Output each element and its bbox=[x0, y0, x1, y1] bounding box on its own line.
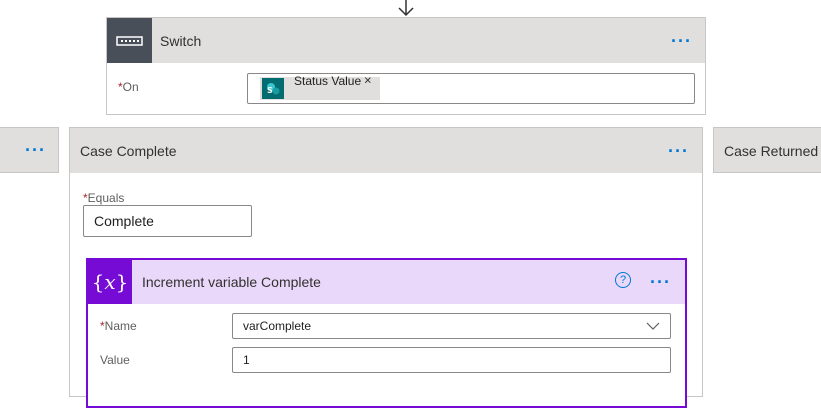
name-label-text: Name bbox=[104, 319, 137, 333]
sharepoint-icon: S bbox=[262, 78, 284, 99]
equals-label: *Equals bbox=[83, 191, 124, 205]
switch-icon bbox=[107, 18, 152, 63]
case-complete-more-options-button[interactable]: ··· bbox=[668, 142, 689, 160]
name-dropdown-value: varComplete bbox=[243, 319, 312, 333]
status-value-token-label: Status Value bbox=[294, 74, 362, 88]
switch-card: Switch ··· *On S Status Value × bbox=[106, 17, 706, 115]
chevron-down-icon bbox=[646, 322, 660, 330]
svg-text:{x}: {x} bbox=[92, 270, 129, 294]
increment-variable-title: Increment variable Complete bbox=[142, 274, 321, 290]
name-label: *Name bbox=[100, 319, 137, 333]
equals-label-text: Equals bbox=[87, 191, 125, 205]
value-label: Value bbox=[100, 353, 130, 367]
switch-on-label: *On bbox=[118, 80, 139, 94]
variable-icon: {x} bbox=[88, 260, 132, 304]
increment-more-options-button[interactable]: ··· bbox=[650, 273, 671, 291]
case-left-more-options-button[interactable]: ··· bbox=[25, 141, 46, 159]
case-left-header[interactable]: ··· bbox=[0, 128, 58, 172]
value-input-value: 1 bbox=[243, 353, 250, 367]
value-input[interactable]: 1 bbox=[232, 347, 671, 373]
switch-title: Switch bbox=[160, 33, 202, 49]
equals-input[interactable]: Complete bbox=[83, 205, 252, 237]
switch-card-header[interactable]: Switch ··· bbox=[107, 18, 705, 63]
increment-variable-header[interactable]: {x} Increment variable Complete ? ··· bbox=[88, 260, 685, 304]
help-icon[interactable]: ? bbox=[615, 272, 631, 288]
case-complete-header[interactable]: Case Complete ··· bbox=[70, 128, 702, 173]
token-remove-icon[interactable]: × bbox=[364, 73, 372, 88]
case-complete-card: Case Complete ··· *Equals Complete {x} I… bbox=[69, 127, 703, 408]
case-returned-header[interactable]: Case Returned f bbox=[714, 128, 821, 172]
case-returned-card: Case Returned f bbox=[713, 127, 821, 173]
increment-variable-card: {x} Increment variable Complete ? ··· *N… bbox=[86, 258, 687, 408]
case-returned-title: Case Returned f bbox=[724, 143, 821, 159]
equals-input-value: Complete bbox=[94, 213, 154, 229]
flow-down-arrow-icon bbox=[398, 0, 414, 17]
on-label-text: On bbox=[122, 80, 139, 94]
status-value-token[interactable]: S Status Value × bbox=[260, 73, 380, 100]
switch-more-options-button[interactable]: ··· bbox=[671, 32, 692, 50]
svg-text:S: S bbox=[267, 86, 273, 95]
switch-on-input[interactable]: S Status Value × bbox=[247, 73, 695, 104]
name-dropdown[interactable]: varComplete bbox=[232, 313, 671, 339]
case-complete-title: Case Complete bbox=[80, 143, 177, 159]
case-card-left-partial: ··· bbox=[0, 127, 59, 173]
